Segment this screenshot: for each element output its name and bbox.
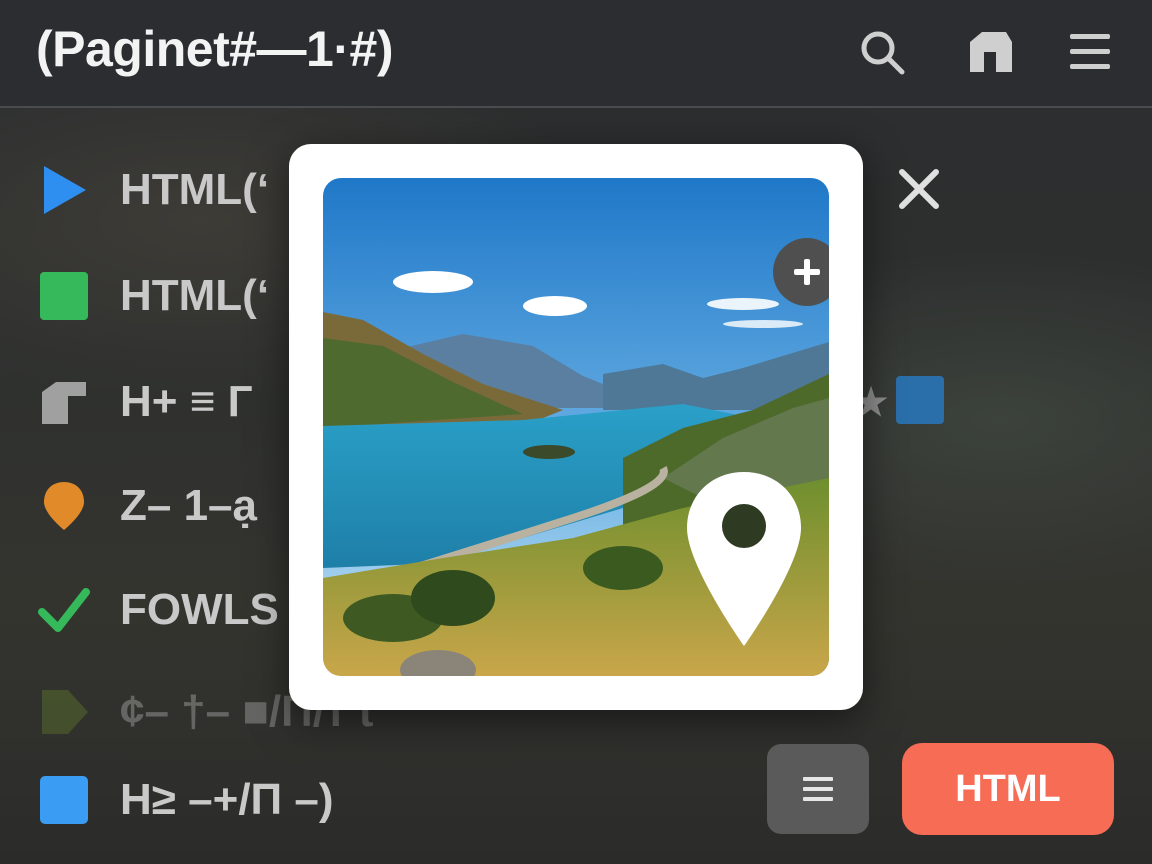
home-icon[interactable] — [966, 28, 1014, 76]
html-button[interactable]: HTML — [902, 743, 1114, 835]
play-triangle-icon — [38, 686, 90, 738]
landscape-photo — [323, 178, 829, 676]
hamburger-menu-icon[interactable] — [1066, 28, 1114, 76]
list-item-label: HTML(‘ — [120, 271, 270, 320]
list-item-label: H+ ≡ Г — [120, 377, 253, 426]
map-pin-icon — [38, 480, 90, 532]
square-icon — [38, 270, 90, 322]
image-preview-modal — [289, 144, 863, 710]
top-app-bar: (Paginet#—1·#) — [0, 0, 1152, 108]
menu-button[interactable] — [767, 744, 869, 834]
close-icon[interactable] — [896, 166, 942, 212]
shape-icon — [38, 376, 90, 428]
hamburger-menu-icon — [803, 777, 833, 801]
list-item[interactable]: HTML(‘ — [38, 266, 269, 326]
list-item-label: FOWLS — [120, 585, 279, 634]
list-item[interactable]: HTML(‘ — [38, 160, 269, 220]
blue-square-icon — [896, 376, 944, 424]
list-item[interactable]: H≥ –+/П –) — [38, 770, 334, 830]
list-item-label: HTML(‘ — [120, 165, 270, 214]
list-item[interactable]: H+ ≡ Г — [38, 372, 253, 432]
search-icon[interactable] — [858, 28, 906, 76]
list-item[interactable]: FOWLS — [38, 580, 279, 640]
list-item[interactable]: Z– 1–ạ — [38, 476, 257, 536]
map-pin-icon[interactable] — [685, 470, 803, 653]
check-icon — [38, 584, 90, 636]
square-icon — [38, 774, 90, 826]
play-triangle-icon — [38, 164, 90, 216]
app-title: (Paginet#—1·#) — [36, 21, 393, 77]
list-item-label: Z– 1–ạ — [120, 481, 257, 530]
list-item-label: H≥ –+/П –) — [120, 775, 334, 824]
